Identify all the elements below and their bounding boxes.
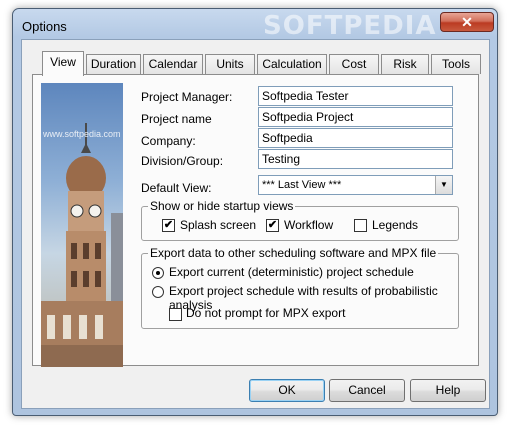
company-label: Company: [141,134,196,148]
tab-view[interactable]: View [42,51,84,76]
close-icon: ✕ [461,14,473,30]
project-manager-label: Project Manager: [141,90,233,104]
tab-units[interactable]: Units [205,54,255,74]
company-field[interactable]: Softpedia [258,128,453,148]
project-name-label: Project name [141,112,212,126]
project-name-field[interactable]: Softpedia Project [258,107,453,127]
ok-button[interactable]: OK [249,379,325,402]
tab-calendar[interactable]: Calendar [143,54,203,74]
tab-risk[interactable]: Risk [381,54,429,74]
no-prompt-mpx-label: Do not prompt for MPX export [186,306,346,320]
close-button[interactable]: ✕ [440,12,494,32]
clock-tower-image: www.softpedia.com [41,83,123,367]
startup-views-legend: Show or hide startup views [148,199,296,213]
softpedia-watermark: SOFTPEDIA [263,11,437,41]
project-manager-field[interactable]: Softpedia Tester [258,86,453,106]
legends-label: Legends [372,218,419,232]
no-prompt-mpx-checkbox[interactable] [169,308,182,321]
tab-duration[interactable]: Duration [86,54,141,74]
workflow-label: Workflow [284,218,334,232]
export-current-radio[interactable] [152,267,164,279]
default-view-label: Default View: [141,181,212,195]
splash-screen-checkbox[interactable]: ✔ [162,219,175,232]
options-dialog: Options SOFTPEDIA ✕ View Duration Calend… [12,8,498,416]
default-view-value: *** Last View *** [262,179,342,191]
splash-screen-label: Splash screen [180,218,257,232]
photo-watermark: www.softpedia.com [43,129,121,139]
window-title: Options [22,19,67,34]
division-field[interactable]: Testing [258,149,453,169]
workflow-checkbox[interactable]: ✔ [266,219,279,232]
dialog-client-area: View Duration Calendar Units Calculation… [21,39,490,409]
tab-calculation[interactable]: Calculation [257,54,327,74]
default-view-select[interactable]: *** Last View *** ▼ [258,175,453,195]
tab-cost[interactable]: Cost [329,54,379,74]
export-probabilistic-radio[interactable] [152,286,164,298]
export-current-label: Export current (deterministic) project s… [169,265,414,279]
division-label: Division/Group: [141,154,224,168]
startup-views-group: Show or hide startup views ✔ Splash scre… [141,199,459,241]
clock-tower-illustration [41,123,123,367]
cancel-button[interactable]: Cancel [329,379,405,402]
tab-tools[interactable]: Tools [431,54,481,74]
chevron-down-icon[interactable]: ▼ [435,176,452,194]
legends-checkbox[interactable] [354,219,367,232]
export-data-group: Export data to other scheduling software… [141,246,459,329]
export-data-legend: Export data to other scheduling software… [148,246,439,260]
help-button[interactable]: Help [410,379,486,402]
